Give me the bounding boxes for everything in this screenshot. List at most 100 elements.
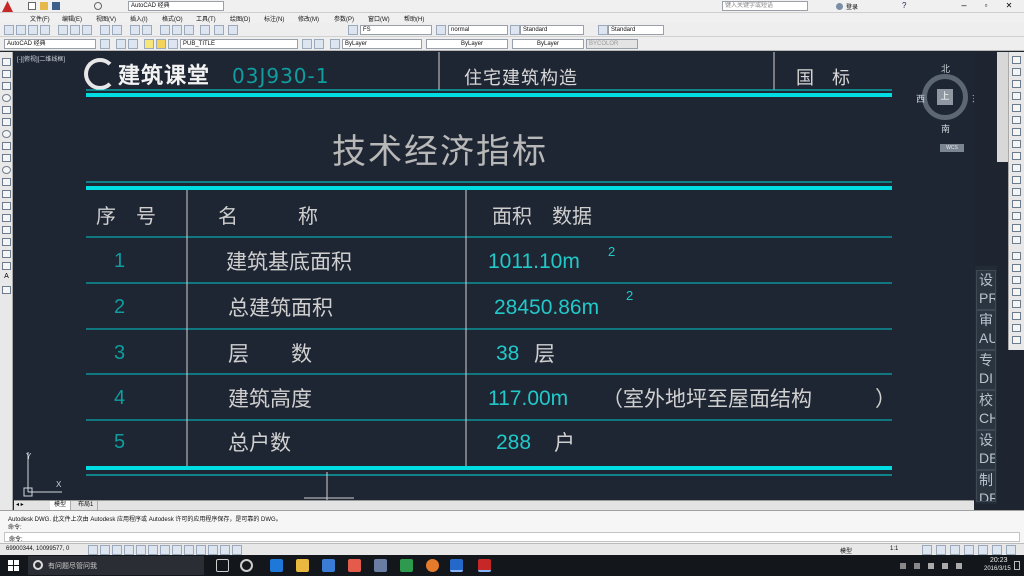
undo-icon[interactable] — [100, 25, 110, 35]
hatch-icon[interactable] — [2, 226, 11, 234]
dim-style-dropdown[interactable]: normal — [448, 25, 508, 35]
new-icon[interactable] — [4, 25, 14, 35]
gradient-icon[interactable] — [2, 238, 11, 246]
region-icon[interactable] — [2, 250, 11, 258]
markup-icon[interactable] — [228, 25, 238, 35]
annotation-visibility-icon[interactable] — [922, 545, 932, 555]
break-icon[interactable] — [1012, 188, 1021, 196]
workspace-dropdown[interactable]: AutoCAD 经典 — [4, 39, 96, 49]
app-icon[interactable] — [348, 559, 361, 572]
menu-file[interactable]: 文件(F) — [30, 14, 50, 23]
array-icon[interactable] — [1012, 104, 1021, 112]
save-icon[interactable] — [28, 25, 38, 35]
login-label[interactable]: 登录 — [846, 2, 858, 11]
menu-parametric[interactable]: 参数(P) — [334, 14, 354, 23]
wcs-menu[interactable]: WCS — [940, 144, 964, 152]
lightbulb-icon[interactable] — [144, 39, 154, 49]
polyline-icon[interactable] — [2, 82, 11, 90]
user-icon[interactable] — [836, 3, 843, 10]
viewcube[interactable]: 上 北 南 西 东 — [916, 64, 974, 134]
task-view-icon[interactable] — [216, 559, 229, 572]
redo-icon[interactable] — [112, 25, 122, 35]
lineweight-toggle-icon[interactable] — [208, 545, 218, 555]
fillet-icon[interactable] — [1012, 224, 1021, 232]
snap-mode-icon[interactable] — [100, 545, 110, 555]
taskbar-search-box[interactable]: 有问题尽管问我 — [28, 556, 204, 575]
erase-icon[interactable] — [1012, 56, 1021, 64]
clock-time[interactable]: 20:23 — [990, 557, 1008, 564]
menu-draw[interactable]: 绘图(D) — [230, 14, 250, 23]
file-explorer-icon[interactable] — [296, 559, 309, 572]
quick-access-open-icon[interactable] — [40, 2, 48, 10]
menu-edit[interactable]: 编辑(E) — [62, 14, 82, 23]
paste-icon[interactable] — [82, 25, 92, 35]
design-center-icon[interactable] — [172, 25, 182, 35]
menu-format[interactable]: 格式(O) — [162, 14, 183, 23]
offset-icon[interactable] — [1012, 92, 1021, 100]
menu-window[interactable]: 窗口(W) — [368, 14, 390, 23]
osnap-perpendicular-icon[interactable] — [1012, 324, 1021, 332]
lock-icon[interactable] — [168, 39, 178, 49]
app-icon[interactable] — [322, 559, 335, 572]
quick-properties-icon[interactable] — [232, 545, 242, 555]
rectangle-icon[interactable] — [2, 106, 11, 114]
add-selected-icon[interactable] — [2, 286, 11, 294]
ortho-mode-icon[interactable] — [124, 545, 134, 555]
quick-access-undo-icon[interactable] — [94, 2, 102, 10]
viewcube-top-face[interactable]: 上 — [937, 89, 953, 105]
menu-help[interactable]: 帮助(H) — [404, 14, 424, 23]
circle-icon[interactable] — [2, 130, 11, 138]
autocad-logo-icon[interactable] — [2, 1, 13, 12]
windows-start-icon[interactable] — [8, 560, 19, 571]
table-icon[interactable] — [2, 262, 11, 270]
quick-access-new-icon[interactable] — [28, 2, 36, 10]
viewcube-north[interactable]: 北 — [941, 62, 950, 75]
ellipse-arc-icon[interactable] — [2, 178, 11, 186]
ime-icon[interactable] — [956, 563, 962, 569]
network-icon[interactable] — [928, 563, 934, 569]
sun-freeze-icon[interactable] — [156, 39, 166, 49]
osnap-node-icon[interactable] — [1012, 288, 1021, 296]
model-space-toggle[interactable]: 模型 — [840, 546, 852, 555]
edge-icon[interactable] — [270, 559, 283, 572]
app-icon[interactable] — [426, 559, 439, 572]
osnap-center-icon[interactable] — [1012, 276, 1021, 284]
workspace-switch-icon[interactable] — [936, 545, 946, 555]
chamfer-icon[interactable] — [1012, 212, 1021, 220]
command-input[interactable]: 命令: — [4, 532, 1020, 543]
layer-properties-icon[interactable] — [116, 39, 126, 49]
search-input[interactable]: 键入关键字或短语 — [722, 1, 808, 11]
make-current-layer-icon[interactable] — [302, 39, 312, 49]
point-icon[interactable] — [2, 214, 11, 222]
copy-icon[interactable] — [70, 25, 80, 35]
menu-modify[interactable]: 修改(M) — [298, 14, 319, 23]
polar-tracking-icon[interactable] — [136, 545, 146, 555]
osnap-settings-icon[interactable] — [1012, 336, 1021, 344]
chrome-icon[interactable] — [240, 559, 253, 572]
construction-line-icon[interactable] — [2, 70, 11, 78]
calc-icon[interactable] — [214, 25, 224, 35]
properties-icon[interactable] — [160, 25, 170, 35]
viewcube-west[interactable]: 西 — [916, 92, 925, 105]
stretch-icon[interactable] — [1012, 152, 1021, 160]
close-button[interactable]: ✕ — [998, 1, 1020, 11]
text-style-dropdown[interactable]: FS — [360, 25, 432, 35]
volume-icon[interactable] — [942, 563, 948, 569]
object-snap-icon[interactable] — [148, 545, 158, 555]
tab-nav-arrows[interactable]: ◂ ▸ — [16, 501, 24, 510]
layer-previous-icon[interactable] — [314, 39, 324, 49]
3d-osnap-icon[interactable] — [160, 545, 170, 555]
tray-icon[interactable] — [914, 563, 920, 569]
mleader-style-dropdown[interactable]: Standard — [608, 25, 664, 35]
minimize-button[interactable]: – — [954, 1, 974, 11]
app-icon[interactable] — [400, 559, 413, 572]
copy-object-icon[interactable] — [1012, 68, 1021, 76]
mtext-icon[interactable]: A — [2, 273, 11, 282]
otrack-icon[interactable] — [172, 545, 182, 555]
trim-icon[interactable] — [1012, 164, 1021, 172]
scroll-track[interactable] — [997, 52, 1008, 162]
transparency-icon[interactable] — [220, 545, 230, 555]
dynamic-input-icon[interactable] — [196, 545, 206, 555]
grid-display-icon[interactable] — [112, 545, 122, 555]
autocad-taskbar-icon[interactable] — [478, 559, 491, 572]
